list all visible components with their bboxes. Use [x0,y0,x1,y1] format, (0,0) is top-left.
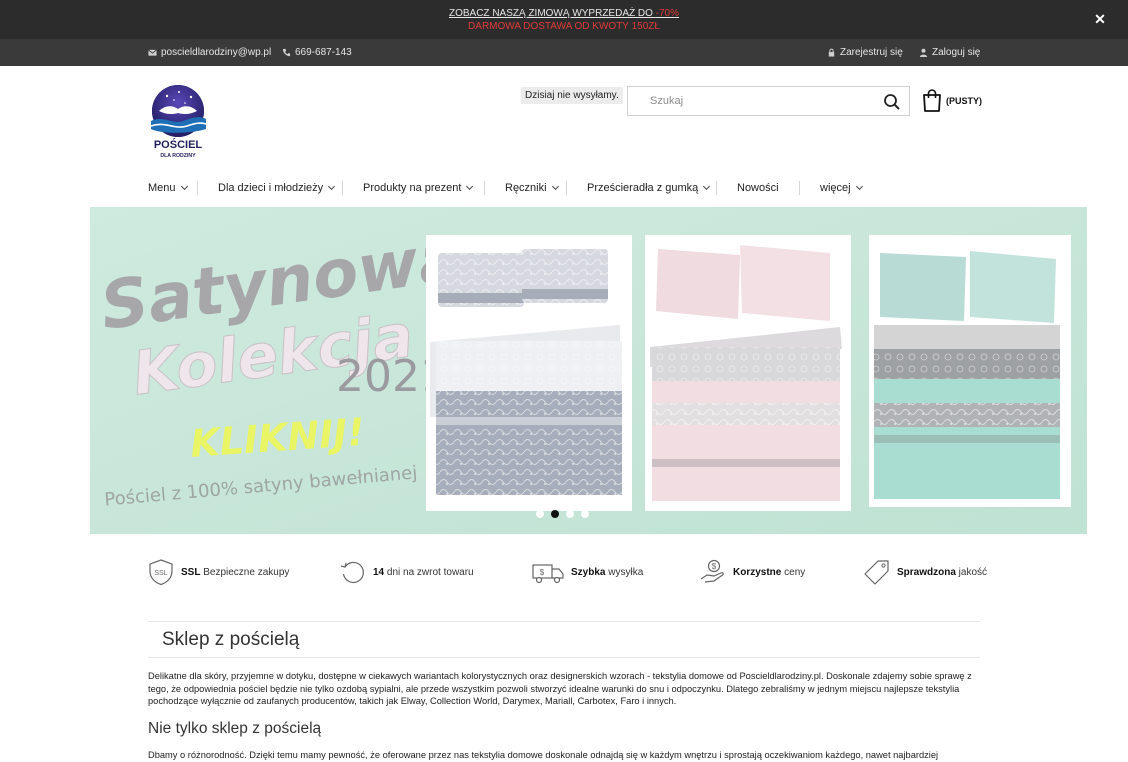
feature-delivery: $ Szybka wysyłka [531,556,643,588]
nav-label: Produkty na prezent [363,182,462,194]
banner-graphic: Satynowa Kolekcja 2021 KLIKNIJ! Pościel … [90,207,1087,534]
nav-label: Prześcieradła z gumką [587,182,699,194]
nav-item-sheets[interactable]: Prześcieradła z gumką [587,176,711,200]
logo-graphic: POŚCIEL DLA RODZINY [150,85,207,159]
phone-text: 669-687-143 [295,47,352,58]
feature-quality: Sprawdzona jakość [863,556,987,588]
email-link[interactable]: poscieldlarodziny@wp.pl [148,47,271,58]
carousel-dot-3[interactable] [566,510,574,518]
promo-discount: -70% [655,8,680,19]
nav-label: Dla dzieci i młodzieży [218,182,324,194]
chevron-down-icon [855,182,863,191]
product-image-grey [426,235,632,511]
feature-bold: Sprawdzona [897,566,956,578]
close-icon[interactable]: ✕ [1092,11,1108,27]
features-row: SSL SSL Bezpieczne zakupy 14 dni na zwro… [0,556,1128,590]
register-text: Zarejestruj się [840,47,903,58]
logo-subtext: DLA RODZINY [160,153,196,159]
main-nav: Menu Dla dzieci i młodzieży Produkty na … [0,176,1128,200]
nav-item-gifts[interactable]: Produkty na prezent [363,176,474,200]
carousel-dot-4[interactable] [581,510,589,518]
nav-item-menu[interactable]: Menu [148,176,188,200]
intro-paragraph: Delikatne dla skóry, przyjemne w dotyku,… [148,671,972,707]
svg-text:SSL: SSL [154,570,167,577]
nav-item-more[interactable]: więcej [820,176,863,200]
feature-text: jakość [955,566,988,578]
feature-text: Bezpieczne zakupy [200,566,290,578]
promo-free-delivery: DARMOWA DOSTAWA OD KWOTY 150ZŁ [468,21,660,32]
login-link[interactable]: Zaloguj się [919,47,980,58]
svg-text:$: $ [712,562,717,571]
nav-item-new[interactable]: Nowości [737,176,779,200]
nav-item-towels[interactable]: Ręczniki [505,176,559,200]
nav-divider [484,181,485,195]
user-icon [919,48,928,57]
nav-divider [342,181,343,195]
promo-text: ZOBACZ NASZĄ ZIMOWĄ WYPRZEDAŻ DO [448,8,656,19]
logo[interactable]: POŚCIEL DLA RODZINY [147,85,209,159]
tag-icon [864,560,889,585]
chevron-down-icon [703,182,711,191]
divider [148,657,980,658]
feature-bold: Szybka [571,566,606,578]
shipping-notice: Dzisiaj nie wysyłamy. [521,87,623,104]
search-box [627,86,910,116]
search-input[interactable] [629,88,869,114]
section-heading: Nie tylko sklep z pościelą [148,720,322,737]
lock-icon [828,48,835,57]
page-title: Sklep z pościelą [162,629,300,650]
nav-item-kids[interactable]: Dla dzieci i młodzieży [218,176,336,200]
nav-label: Nowości [737,182,779,194]
email-text: poscieldlarodziny@wp.pl [161,47,272,58]
nav-divider [716,181,717,195]
carousel-dot-2[interactable] [551,510,559,518]
feature-bold: SSL [181,566,201,578]
nav-label: więcej [820,182,851,194]
shopping-bag-icon [923,89,941,112]
ssl-shield-icon: SSL [149,559,173,586]
top-bar: poscieldlarodziny@wp.pl 669-687-143 Zare… [0,39,1128,66]
register-link[interactable]: Zarejestruj się [827,47,903,58]
nav-label: Menu [148,182,176,194]
section-paragraph: Dbamy o różnorodność. Dzięki temu mamy p… [148,750,939,760]
phone-link[interactable]: 669-687-143 [282,47,352,58]
feature-ssl: SSL SSL Bezpieczne zakupy [147,556,289,588]
delivery-truck-icon: $ [532,564,564,584]
product-image-mint [869,235,1071,507]
nav-label: Ręczniki [505,182,547,194]
logo-text: POŚCIEL [154,138,203,151]
feature-return: 14 dni na zwrot towaru [339,556,474,588]
feature-bold: Korzystne [733,566,782,578]
return-icon [340,561,364,584]
feature-text: wysyłka [605,566,644,578]
product-image-pink [645,235,851,511]
feature-text: ceny [781,566,806,578]
carousel-dots [536,510,589,518]
promo-bar: ZOBACZ NASZĄ ZIMOWĄ WYPRZEDAŻ DO -70% DA… [0,0,1128,39]
promo-link[interactable]: ZOBACZ NASZĄ ZIMOWĄ WYPRZEDAŻ DO -70% [0,8,1128,19]
phone-icon [282,48,291,57]
feature-bold: 14 [373,566,385,578]
cart-button[interactable]: (PUSTY) [921,88,982,113]
login-text: Zaloguj się [932,47,981,58]
feature-text: dni na zwrot towaru [384,566,474,578]
svg-text:$: $ [540,568,545,577]
cart-status: (PUSTY) [946,95,982,106]
search-icon[interactable] [883,93,901,111]
chevron-down-icon [180,182,188,191]
feature-prices: $ Korzystne ceny [699,556,805,588]
nav-divider [566,181,567,195]
hero-banner[interactable]: Satynowa Kolekcja 2021 KLIKNIJ! Pościel … [90,207,1087,534]
envelope-icon [148,49,157,56]
chevron-down-icon [551,182,559,191]
chevron-down-icon [466,182,474,191]
chevron-down-icon [328,182,336,191]
money-hand-icon: $ [700,559,724,583]
nav-divider [197,181,198,195]
carousel-dot-1[interactable] [536,510,544,518]
nav-divider [799,181,800,195]
divider [148,621,980,622]
